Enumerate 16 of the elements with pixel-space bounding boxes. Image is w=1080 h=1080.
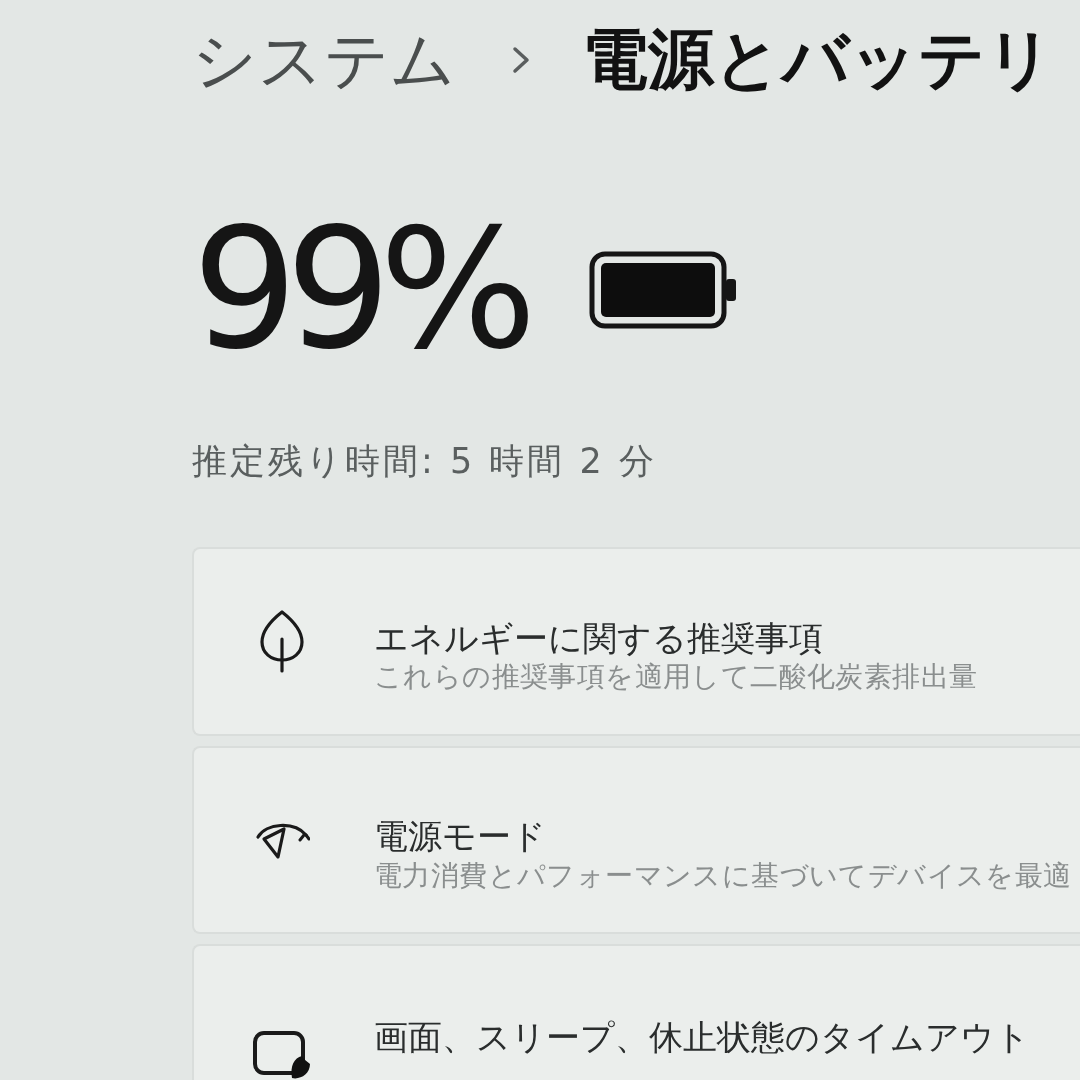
- battery-icon: [588, 251, 737, 329]
- chevron-icon: [512, 46, 530, 74]
- card-title: 電源モード: [374, 815, 547, 858]
- remaining-time-text: 推定残り時間: 5 時間 2 分: [192, 440, 658, 483]
- screen-moon-icon: [252, 1030, 312, 1080]
- battery-percentage: 99%: [192, 207, 525, 373]
- leaf-icon: [258, 609, 306, 674]
- settings-card[interactable]: 画面、スリープ、休止状態のタイムアウト: [192, 944, 1080, 1080]
- settings-card[interactable]: エネルギーに関する推奨事項 これらの推奨事項を適用して二酸化炭素排出量: [192, 547, 1080, 736]
- card-description: 電力消費とパフォーマンスに基づいてデバイスを最適: [374, 857, 1072, 894]
- breadcrumb-link[interactable]: システム: [192, 28, 456, 92]
- settings-card[interactable]: 電源モード 電力消費とパフォーマンスに基づいてデバイスを最適: [192, 745, 1080, 934]
- card-title: 画面、スリープ、休止状態のタイムアウト: [374, 1016, 1030, 1059]
- card-title: エネルギーに関する推奨事項: [374, 616, 824, 660]
- page-title: 電源とバッテリ: [582, 27, 1054, 93]
- card-description: これらの推奨事項を適用して二酸化炭素排出量: [374, 659, 978, 696]
